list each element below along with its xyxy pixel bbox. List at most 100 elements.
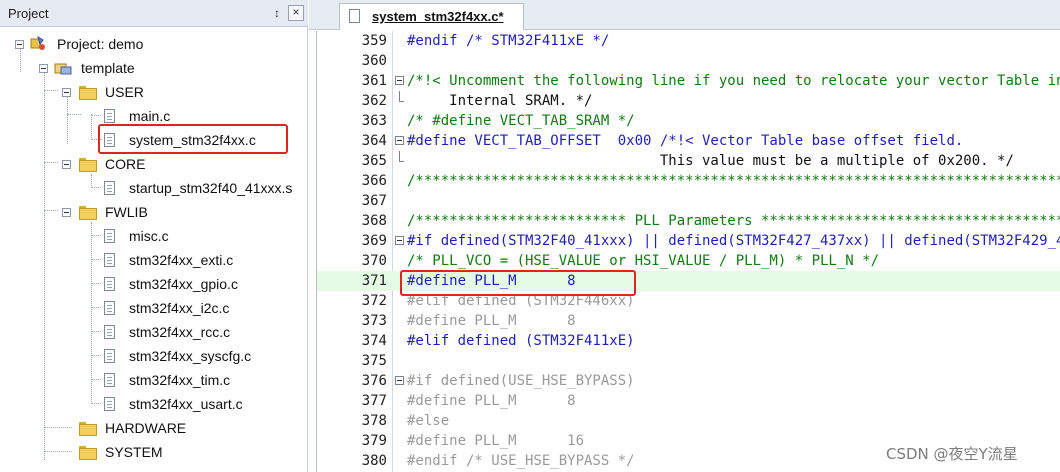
folder-icon (79, 446, 97, 460)
code-text: /* PLL_VCO = (HSE_VALUE or HSI_VALUE / P… (407, 253, 880, 269)
tab-label: system_stm32f4xx.c* (372, 9, 504, 24)
line-number: 361 (361, 73, 387, 89)
line-number: 379 (361, 433, 387, 449)
tree-file-i2c-c[interactable]: stm32f4xx_i2c.c (0, 297, 300, 319)
file-icon (104, 229, 115, 243)
project-tree: Project: demo template USER main.c syste… (0, 32, 306, 472)
highlight-box-define (400, 270, 636, 296)
collapse-icon[interactable] (39, 64, 48, 73)
tree-item-template[interactable]: template (0, 57, 300, 79)
code-line[interactable]: 375 (317, 351, 1060, 371)
tree-file-usart-c[interactable]: stm32f4xx_usart.c (0, 393, 300, 415)
tree-group-core[interactable]: CORE (0, 153, 300, 175)
tree-file-tim-c[interactable]: stm32f4xx_tim.c (0, 369, 300, 391)
collapse-icon[interactable] (62, 88, 71, 97)
folder-icon (79, 158, 97, 172)
tree-group-fwlib[interactable]: FWLIB (0, 201, 300, 223)
collapse-icon[interactable] (62, 160, 71, 169)
line-number: 365 (361, 153, 387, 169)
file-icon (104, 349, 115, 363)
tree-item-label: stm32f4xx_gpio.c (129, 276, 238, 292)
line-number: 371 (361, 273, 387, 289)
code-text: #endif /* USE_HSE_BYPASS */ (407, 453, 635, 469)
code-line[interactable]: 376 #if defined(USE_HSE_BYPASS) (317, 371, 1060, 391)
code-line[interactable]: 374 #elif defined (STM32F411xE) (317, 331, 1060, 351)
code-line[interactable]: 362 Internal SRAM. */ (317, 91, 1060, 111)
tree-file-exti-c[interactable]: stm32f4xx_exti.c (0, 249, 300, 271)
tree-item-label: Project: demo (57, 36, 144, 52)
line-number: 373 (361, 313, 387, 329)
tree-item-project-demo[interactable]: Project: demo (0, 33, 300, 55)
code-line[interactable]: 365 This value must be a multiple of 0x2… (317, 151, 1060, 171)
tree-item-label: stm32f4xx_rcc.c (129, 324, 231, 340)
line-number: 362 (361, 93, 387, 109)
code-line[interactable]: 361 /*!< Uncomment the following line if … (317, 71, 1060, 91)
tree-group-system[interactable]: SYSTEM (0, 441, 300, 463)
tree-item-label: stm32f4xx_exti.c (129, 252, 234, 268)
line-number: 372 (361, 293, 387, 309)
line-number: 366 (361, 173, 387, 189)
code-line[interactable]: 377 #define PLL_M 8 (317, 391, 1060, 411)
tree-file-gpio-c[interactable]: stm32f4xx_gpio.c (0, 273, 300, 295)
tree-file-syscfg-c[interactable]: stm32f4xx_syscfg.c (0, 345, 300, 367)
code-line[interactable]: 370 /* PLL_VCO = (HSE_VALUE or HSI_VALUE … (317, 251, 1060, 271)
code-editor[interactable]: 359 #endif /* STM32F411xE */ 360 361 /*!< Un… (316, 31, 1060, 472)
tree-item-label: stm32f4xx_usart.c (129, 396, 243, 412)
collapse-icon[interactable] (15, 40, 24, 49)
watermark: CSDN @夜空Y流星 (886, 445, 1018, 463)
folder-icon (79, 422, 97, 436)
line-number: 360 (361, 53, 387, 69)
file-icon (104, 253, 115, 267)
fold-toggle-icon[interactable] (395, 376, 404, 385)
fold-toggle-icon[interactable] (395, 236, 404, 245)
file-icon (104, 301, 115, 315)
fold-toggle-icon[interactable] (395, 76, 404, 85)
tree-group-user[interactable]: USER (0, 81, 300, 103)
close-icon[interactable]: × (288, 5, 304, 21)
file-icon (104, 277, 115, 291)
pin-icon[interactable]: ↕ (270, 5, 284, 21)
tree-file-startup[interactable]: startup_stm32f40_41xxx.s (0, 177, 306, 199)
tree-item-label: SYSTEM (105, 444, 163, 460)
tree-item-label: FWLIB (105, 204, 148, 220)
tree-file-rcc-c[interactable]: stm32f4xx_rcc.c (0, 321, 300, 343)
file-icon (104, 109, 115, 123)
tree-item-label: CORE (105, 156, 146, 172)
project-pane-header: Project ↕ × (0, 0, 308, 27)
tree-file-misc-c[interactable]: misc.c (0, 225, 300, 247)
fold-toggle-icon[interactable] (395, 136, 404, 145)
code-line[interactable]: 373 #define PLL_M 8 (317, 311, 1060, 331)
tree-item-label: stm32f4xx_i2c.c (129, 300, 230, 316)
line-number: 380 (361, 453, 387, 469)
line-number: 375 (361, 353, 387, 369)
tree-item-label: template (81, 60, 135, 76)
line-number: 363 (361, 113, 387, 129)
code-text: #define PLL_M 8 (407, 313, 576, 329)
code-line[interactable]: 364 #define VECT_TAB_OFFSET 0x00 /*!< Vec… (317, 131, 1060, 151)
code-line[interactable]: 366 /************************************… (317, 171, 1060, 191)
tab-system-stm32f4xx-c[interactable]: system_stm32f4xx.c* (339, 3, 524, 30)
code-line[interactable]: 359 #endif /* STM32F411xE */ (317, 31, 1060, 51)
code-line[interactable]: 360 (317, 51, 1060, 71)
code-text: /************************* PLL Parameter… (407, 213, 1060, 229)
target-icon (54, 63, 72, 75)
line-number: 374 (361, 333, 387, 349)
tree-item-label: stm32f4xx_syscfg.c (129, 348, 252, 364)
line-number: 377 (361, 393, 387, 409)
highlight-box-file (98, 124, 288, 154)
code-line[interactable]: 367 (317, 191, 1060, 211)
code-line[interactable]: 368 /************************* PLL Parame… (317, 211, 1060, 231)
code-text: #elif defined (STM32F411xE) (407, 333, 635, 349)
collapse-icon[interactable] (62, 208, 71, 217)
folder-icon (79, 206, 97, 220)
tree-group-hardware[interactable]: HARDWARE (0, 417, 300, 439)
code-line[interactable]: 369 #if defined(STM32F40_41xxx) || define… (317, 231, 1060, 251)
file-icon (104, 325, 115, 339)
code-line[interactable]: 378 #else (317, 411, 1060, 431)
tree-item-label: stm32f4xx_tim.c (129, 372, 231, 388)
line-number: 359 (361, 33, 387, 49)
code-line[interactable]: 363 /* #define VECT_TAB_SRAM */ (317, 111, 1060, 131)
editor-tabbar: system_stm32f4xx.c* (309, 0, 1060, 30)
code-text: #endif /* STM32F411xE */ (407, 33, 610, 49)
code-text: #if defined(USE_HSE_BYPASS) (407, 373, 635, 389)
